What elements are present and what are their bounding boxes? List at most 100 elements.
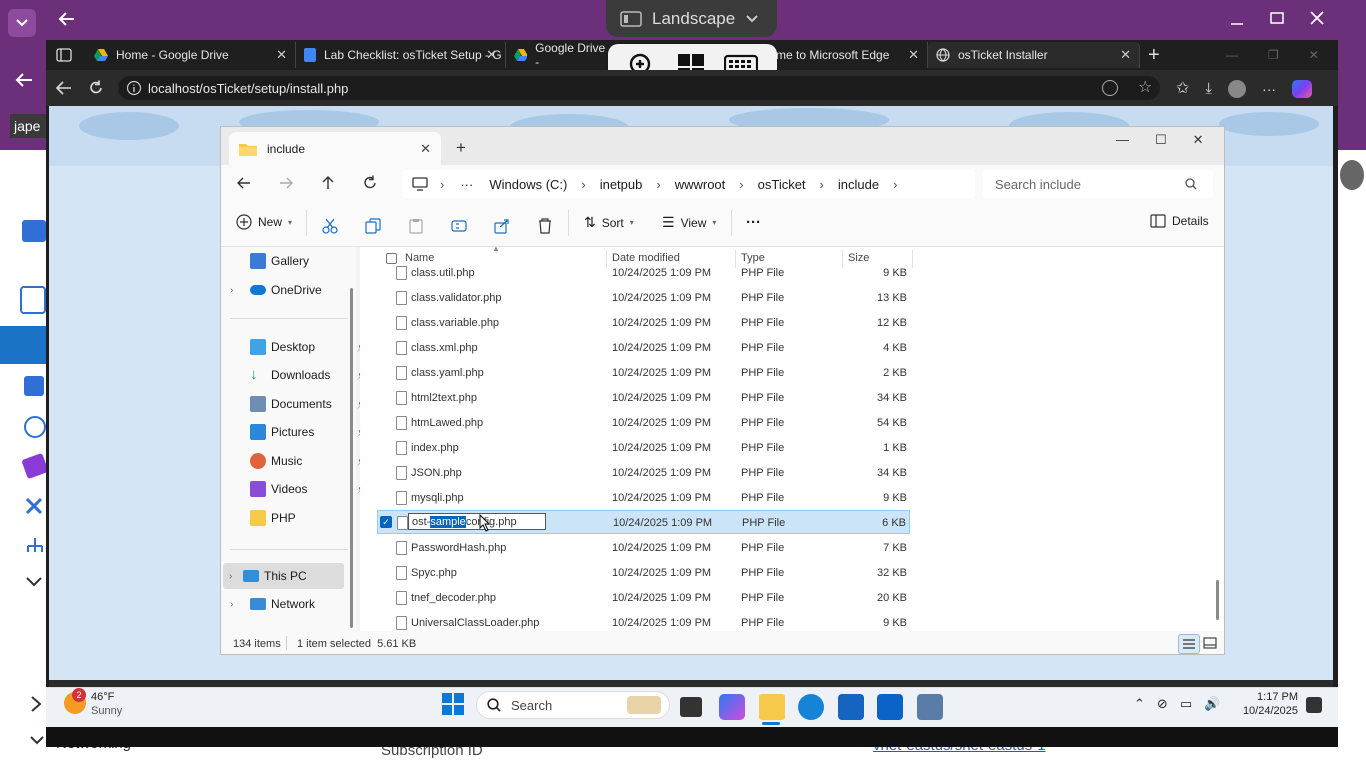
close-icon[interactable]: ✕ — [420, 141, 431, 157]
column-header-size[interactable]: Size — [848, 252, 869, 264]
users-icon[interactable] — [24, 416, 46, 438]
new-button[interactable]: New ▾ — [236, 214, 292, 230]
sidebar-item-network[interactable]: › Network — [230, 591, 354, 617]
weather-temperature[interactable]: 46°F — [91, 691, 114, 703]
more-icon[interactable]: ··· — [1262, 81, 1276, 97]
search-input[interactable]: Search include — [983, 170, 1213, 198]
sidebar-item-music[interactable]: Music 📌 — [250, 448, 374, 474]
breadcrumb-windows-c[interactable]: Windows (C:) — [489, 177, 567, 192]
sidebar-item-gallery[interactable]: Gallery — [250, 248, 374, 274]
table-row[interactable]: tnef_decoder.php 10/24/2025 1:09 PM PHP Fi… — [377, 586, 910, 610]
table-row[interactable]: index.php 10/24/2025 1:09 PM PHP File 1 KB — [377, 436, 910, 460]
table-row[interactable]: class.xml.php 10/24/2025 1:09 PM PHP File 4… — [377, 336, 910, 360]
start-button[interactable] — [442, 693, 464, 715]
microsoft-store-icon[interactable] — [838, 694, 864, 720]
delete-icon[interactable] — [537, 218, 553, 234]
file-list-scrollbar[interactable] — [1216, 580, 1219, 620]
table-row[interactable]: class.yaml.php 10/24/2025 1:09 PM PHP File… — [377, 361, 910, 385]
breadcrumb-osticket[interactable]: osTicket — [758, 177, 806, 192]
remote-desktop-icon[interactable] — [917, 694, 943, 720]
details-view-toggle[interactable] — [1178, 634, 1200, 654]
tab-osticket-installer[interactable]: osTicket Installer ✕ — [928, 42, 1140, 68]
remote-back-button[interactable] — [56, 8, 78, 30]
new-tab-button[interactable]: + — [1148, 44, 1160, 67]
volume-icon[interactable]: 🔊 — [1204, 696, 1220, 712]
tab-actions-icon[interactable] — [56, 47, 72, 63]
tab-google-drive[interactable]: Google Drive - — [506, 41, 608, 69]
sidebar-item-onedrive[interactable]: › OneDrive — [230, 277, 354, 303]
microsoft-365-icon[interactable] — [719, 694, 745, 720]
outlook-icon[interactable] — [877, 694, 903, 720]
sidebar-item-php[interactable]: PHP — [250, 505, 374, 531]
chevron-up-icon[interactable]: ⌃ — [1134, 696, 1145, 712]
network-status-icon[interactable]: ⊘ — [1157, 696, 1168, 712]
display-icon[interactable]: ▭ — [1180, 696, 1192, 712]
profile-avatar[interactable] — [1228, 80, 1247, 98]
edge-browser-icon[interactable] — [798, 694, 824, 720]
remote-left-back[interactable] — [14, 70, 36, 90]
column-header-type[interactable]: Type — [741, 252, 765, 264]
rename-input[interactable]: ost-sampleconfig.php — [408, 513, 546, 530]
restore-icon[interactable]: ❐ — [1268, 48, 1279, 62]
breadcrumb-more[interactable]: ··· — [460, 177, 473, 192]
tab-google-drive-home[interactable]: Home - Google Drive ✕ — [86, 42, 296, 68]
close-icon[interactable] — [1308, 8, 1326, 28]
table-row[interactable]: JSON.php 10/24/2025 1:09 PM PHP File 34 KB — [377, 461, 910, 485]
close-icon[interactable]: ✕ — [276, 47, 287, 63]
table-row[interactable]: class.variable.php 10/24/2025 1:09 PM PHP … — [377, 311, 910, 335]
maximize-icon[interactable] — [1268, 8, 1286, 28]
tiles-view-toggle[interactable] — [1203, 637, 1217, 649]
row-checkbox[interactable]: ✓ — [380, 516, 392, 528]
view-button[interactable]: ☰ View ▾ — [662, 214, 716, 231]
back-button[interactable] — [55, 80, 73, 96]
remote-menu-button[interactable] — [8, 9, 36, 37]
breadcrumb[interactable]: › ··· Windows (C:) › inetpub › wwwroot ›… — [402, 170, 975, 198]
table-row[interactable]: html2text.php 10/24/2025 1:09 PM PHP File 3… — [377, 386, 910, 410]
tab-microsoft-edge[interactable]: me to Microsoft Edge ✕ — [776, 42, 928, 68]
sidebar-item-videos[interactable]: Videos 📌 — [250, 476, 374, 502]
breadcrumb-include[interactable]: include — [838, 177, 879, 192]
download-icon[interactable]: ⤓ — [1205, 81, 1212, 97]
table-row[interactable]: class.util.php 10/24/2025 1:09 PM PHP File… — [377, 265, 910, 285]
close-icon[interactable]: ✕ — [486, 47, 497, 63]
clock-time[interactable]: 1:17 PM — [1230, 691, 1298, 703]
minimize-icon[interactable]: — — [1226, 48, 1238, 62]
task-view-icon[interactable] — [680, 697, 702, 717]
breadcrumb-inetpub[interactable]: inetpub — [600, 177, 643, 192]
maximize-icon[interactable]: ☐ — [1155, 132, 1167, 148]
notification-icon[interactable] — [1306, 697, 1322, 713]
search-icon[interactable] — [20, 286, 46, 314]
chevron-down-icon[interactable] — [24, 574, 44, 590]
address-bar[interactable]: localhost/osTicket/setup/install.php — [118, 76, 1160, 100]
close-icon[interactable]: ✕ — [1193, 132, 1204, 148]
table-row[interactable]: UniversalClassLoader.php 10/24/2025 1:09 … — [377, 611, 910, 631]
select-all-checkbox[interactable] — [386, 253, 397, 264]
taskbar-search[interactable]: Search — [476, 691, 670, 719]
arrow-right-icon[interactable] — [278, 175, 294, 191]
clock-date[interactable]: 10/24/2025 — [1230, 705, 1298, 717]
arrow-left-icon[interactable] — [236, 175, 252, 191]
copy-icon[interactable] — [365, 218, 381, 234]
see-more-button[interactable]: ··· — [746, 214, 761, 231]
paste-icon[interactable] — [408, 218, 424, 234]
landscape-selector[interactable]: Landscape — [606, 0, 777, 37]
network-icon[interactable] — [24, 536, 46, 556]
document-icon[interactable] — [24, 376, 44, 396]
minimize-icon[interactable] — [1228, 8, 1246, 28]
close-icon[interactable]: ✕ — [1309, 48, 1319, 62]
table-row[interactable]: PasswordHash.php 10/24/2025 1:09 PM PHP Fi… — [377, 536, 910, 560]
refresh-icon[interactable] — [362, 175, 378, 191]
new-explorer-tab-button[interactable]: + — [456, 138, 466, 158]
tools-icon[interactable] — [24, 496, 46, 516]
explorer-tab-include[interactable]: include ✕ — [229, 132, 441, 165]
apps-grid-icon[interactable] — [20, 164, 40, 184]
column-header-date[interactable]: Date modified — [612, 252, 680, 264]
column-header-name[interactable]: Name — [405, 252, 434, 264]
sort-button[interactable]: ⇅ Sort ▾ — [584, 214, 634, 231]
table-row[interactable]: mysqli.php 10/24/2025 1:09 PM PHP File 9 KB — [377, 486, 910, 510]
table-row[interactable]: htmLawed.php 10/24/2025 1:09 PM PHP File 54… — [377, 411, 910, 435]
info-icon[interactable] — [126, 80, 142, 96]
favorite-star-icon[interactable]: ☆ — [1138, 80, 1152, 96]
minimize-icon[interactable]: — — [1116, 132, 1129, 148]
tab-lab-checklist[interactable]: Lab Checklist: osTicket Setup - G ✕ — [296, 42, 506, 68]
